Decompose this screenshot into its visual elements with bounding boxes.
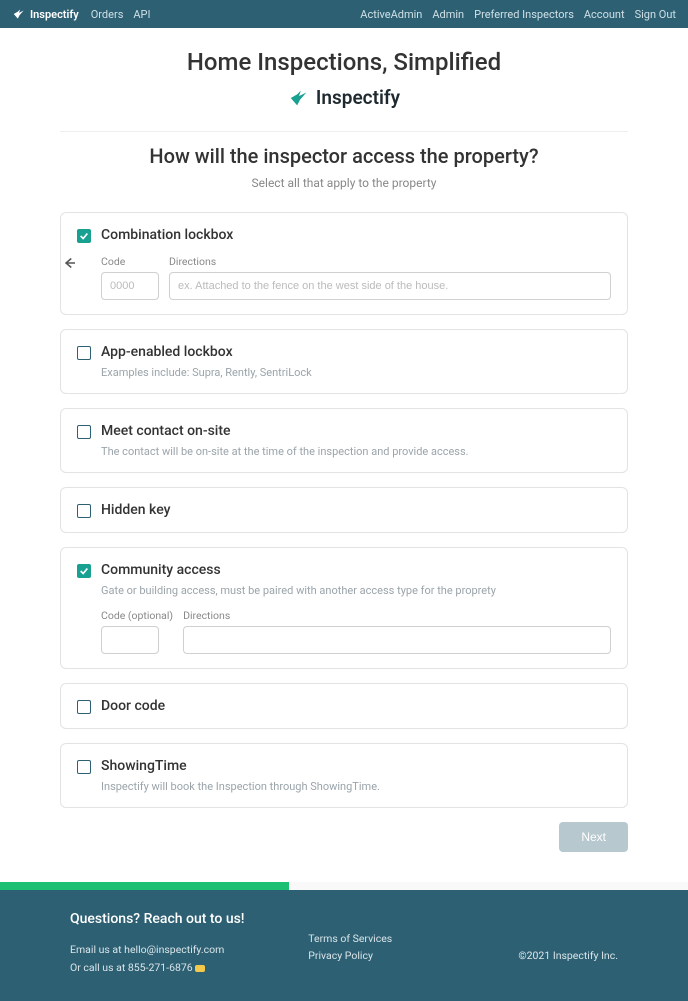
hummingbird-logo-icon (288, 87, 310, 109)
checkbox-community[interactable] (77, 564, 91, 578)
option-combination-lockbox[interactable]: Combination lockbox Code Directions (60, 212, 628, 315)
nav-activeadmin[interactable]: ActiveAdmin (360, 8, 422, 21)
back-arrow[interactable] (60, 254, 78, 276)
nav-admin[interactable]: Admin (432, 8, 464, 21)
community-code-input[interactable] (101, 626, 159, 654)
top-navbar: Inspectify Orders API ActiveAdmin Admin … (0, 0, 688, 28)
code-label: Code (101, 255, 159, 268)
option-meet-contact[interactable]: Meet contact on-site The contact will be… (60, 408, 628, 473)
checkbox-combination[interactable] (77, 229, 91, 243)
checkbox-door-code[interactable] (77, 700, 91, 714)
combo-directions-input[interactable] (169, 272, 611, 300)
nav-preferred-inspectors[interactable]: Preferred Inspectors (474, 8, 574, 21)
option-title: Meet contact on-site (101, 423, 231, 439)
checkbox-app-lockbox[interactable] (77, 346, 91, 360)
footer-copyright: ©2021 Inspectify Inc. (451, 947, 618, 965)
option-desc: Inspectify will book the Inspection thro… (101, 780, 611, 793)
option-desc: The contact will be on-site at the time … (101, 445, 611, 458)
option-community-access[interactable]: Community access Gate or building access… (60, 547, 628, 669)
next-button[interactable]: Next (559, 822, 628, 852)
combo-code-input[interactable] (101, 272, 159, 300)
option-title: Combination lockbox (101, 227, 233, 243)
option-desc: Gate or building access, must be paired … (101, 584, 611, 597)
option-title: Hidden key (101, 502, 170, 518)
nav-account[interactable]: Account (584, 8, 625, 21)
logo-row: Inspectify (0, 86, 688, 113)
option-title: ShowingTime (101, 758, 187, 774)
check-icon (79, 566, 89, 576)
footer-privacy-link[interactable]: Privacy Policy (308, 947, 451, 965)
check-icon (79, 231, 89, 241)
brand-text: Inspectify (30, 8, 79, 21)
page-headline: Home Inspections, Simplified (0, 28, 688, 76)
nav-signout[interactable]: Sign Out (635, 8, 676, 21)
option-title: App-enabled lockbox (101, 344, 233, 360)
nav-orders[interactable]: Orders (91, 8, 124, 21)
footer-tos-link[interactable]: Terms of Services (308, 930, 451, 948)
brand[interactable]: Inspectify (12, 7, 79, 21)
option-door-code[interactable]: Door code (60, 683, 628, 729)
call-badge-icon (195, 965, 205, 972)
directions-label: Directions (183, 609, 611, 622)
option-showingtime[interactable]: ShowingTime Inspectify will book the Ins… (60, 743, 628, 808)
community-directions-input[interactable] (183, 626, 611, 654)
footer: Questions? Reach out to us! Email us at … (0, 890, 688, 1001)
nav-api[interactable]: API (133, 8, 150, 21)
question-subtitle: Select all that apply to the property (60, 176, 628, 190)
footer-heading: Questions? Reach out to us! (70, 908, 308, 932)
code-label: Code (optional) (101, 609, 173, 622)
directions-label: Directions (169, 255, 611, 268)
divider (60, 131, 628, 132)
hummingbird-icon (12, 7, 26, 21)
arrow-left-icon (60, 254, 78, 272)
checkbox-hidden-key[interactable] (77, 504, 91, 518)
option-desc: Examples include: Supra, Rently, SentriL… (101, 366, 611, 379)
option-title: Community access (101, 562, 221, 578)
option-title: Door code (101, 698, 165, 714)
footer-call: Or call us at 855-271-6876 (70, 961, 193, 974)
option-hidden-key[interactable]: Hidden key (60, 487, 628, 533)
footer-email: Email us at hello@inspectify.com (70, 941, 308, 959)
question-title: How will the inspector access the proper… (60, 144, 628, 168)
logo-text: Inspectify (316, 86, 400, 109)
checkbox-meet-contact[interactable] (77, 425, 91, 439)
progress-strip (0, 882, 289, 890)
option-app-lockbox[interactable]: App-enabled lockbox Examples include: Su… (60, 329, 628, 394)
